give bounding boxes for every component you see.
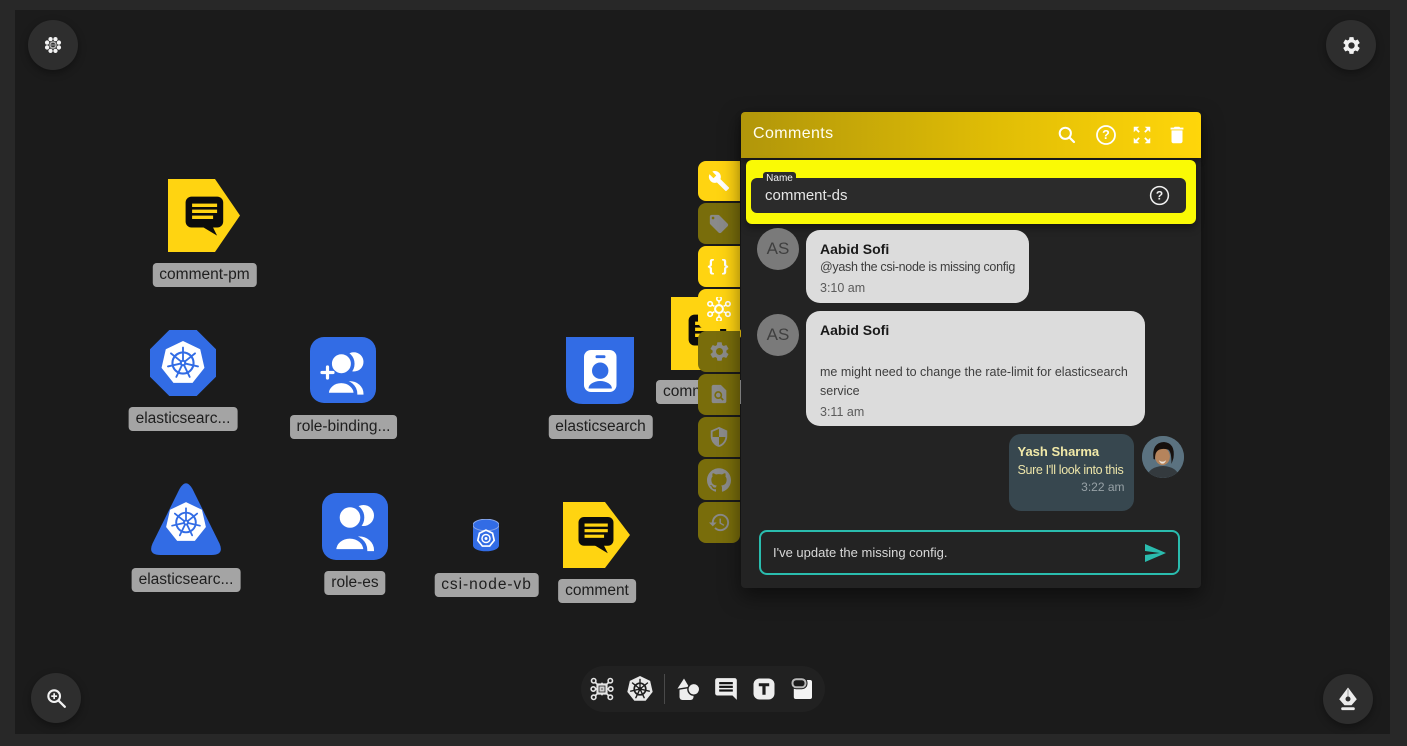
svg-text:?: ? bbox=[1102, 128, 1110, 142]
svg-text:?: ? bbox=[1156, 189, 1163, 203]
